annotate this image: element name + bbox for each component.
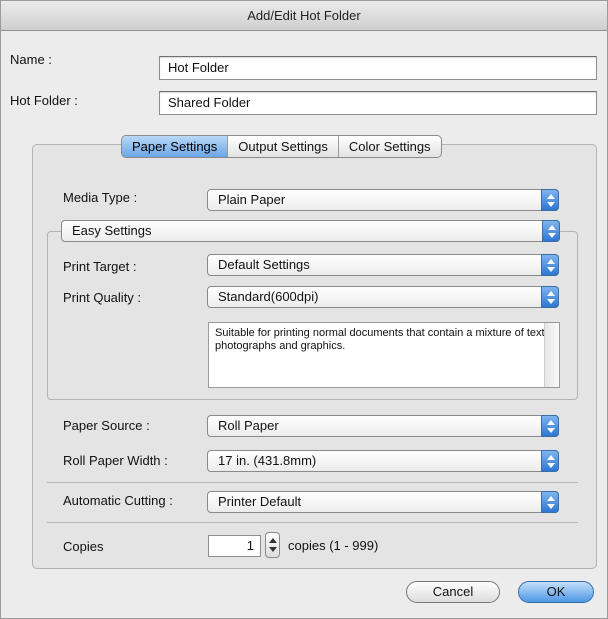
tab-output-settings[interactable]: Output Settings (228, 136, 339, 157)
popup-arrows-icon (541, 254, 559, 276)
hot-folder-label: Hot Folder : (10, 93, 78, 108)
hot-folder-field[interactable]: Shared Folder (159, 91, 597, 115)
copies-label: Copies (63, 539, 104, 554)
settings-mode-value: Easy Settings (72, 223, 152, 238)
print-target-label: Print Target : (63, 259, 137, 274)
roll-width-label: Roll Paper Width : (63, 453, 168, 468)
divider (47, 482, 578, 483)
copies-range-label: copies (1 - 999) (288, 538, 379, 553)
copies-field[interactable]: 1 (208, 535, 261, 557)
quality-description-text: Suitable for printing normal documents t… (215, 327, 548, 352)
popup-arrows-icon (541, 415, 559, 437)
paper-source-value: Roll Paper (218, 418, 279, 433)
print-quality-popup[interactable]: Standard(600dpi) (207, 286, 559, 308)
popup-arrows-icon (542, 220, 560, 242)
roll-width-popup[interactable]: 17 in. (431.8mm) (207, 450, 559, 472)
media-type-value: Plain Paper (218, 192, 286, 207)
popup-arrows-icon (541, 450, 559, 472)
print-quality-value: Standard(600dpi) (218, 289, 319, 304)
name-label: Name : (10, 52, 52, 67)
tab-color-settings[interactable]: Color Settings (339, 136, 441, 157)
window-title: Add/Edit Hot Folder (1, 1, 607, 31)
settings-tabs: Paper Settings Output Settings Color Set… (121, 135, 442, 158)
description-scrollbar[interactable] (544, 323, 559, 387)
media-type-label: Media Type : (63, 190, 138, 205)
roll-width-value: 17 in. (431.8mm) (218, 453, 317, 468)
print-quality-label: Print Quality : (63, 290, 142, 305)
ok-button[interactable]: OK (518, 581, 594, 603)
tab-paper-settings[interactable]: Paper Settings (122, 136, 229, 157)
media-type-popup[interactable]: Plain Paper (207, 189, 559, 211)
copies-stepper-icon[interactable] (265, 532, 280, 558)
cancel-button[interactable]: Cancel (406, 581, 500, 603)
settings-mode-popup[interactable]: Easy Settings (61, 220, 560, 242)
popup-arrows-icon (541, 189, 559, 211)
add-edit-hot-folder-dialog: Add/Edit Hot Folder Name : Hot Folder Ho… (0, 0, 608, 619)
print-target-value: Default Settings (218, 257, 310, 272)
auto-cut-popup[interactable]: Printer Default (207, 491, 559, 513)
quality-description: Suitable for printing normal documents t… (208, 322, 560, 388)
paper-source-label: Paper Source : (63, 418, 150, 433)
name-field[interactable]: Hot Folder (159, 56, 597, 80)
auto-cut-label: Automatic Cutting : (63, 493, 173, 508)
divider (47, 522, 578, 523)
popup-arrows-icon (541, 491, 559, 513)
print-target-popup[interactable]: Default Settings (207, 254, 559, 276)
paper-source-popup[interactable]: Roll Paper (207, 415, 559, 437)
popup-arrows-icon (541, 286, 559, 308)
auto-cut-value: Printer Default (218, 494, 302, 509)
